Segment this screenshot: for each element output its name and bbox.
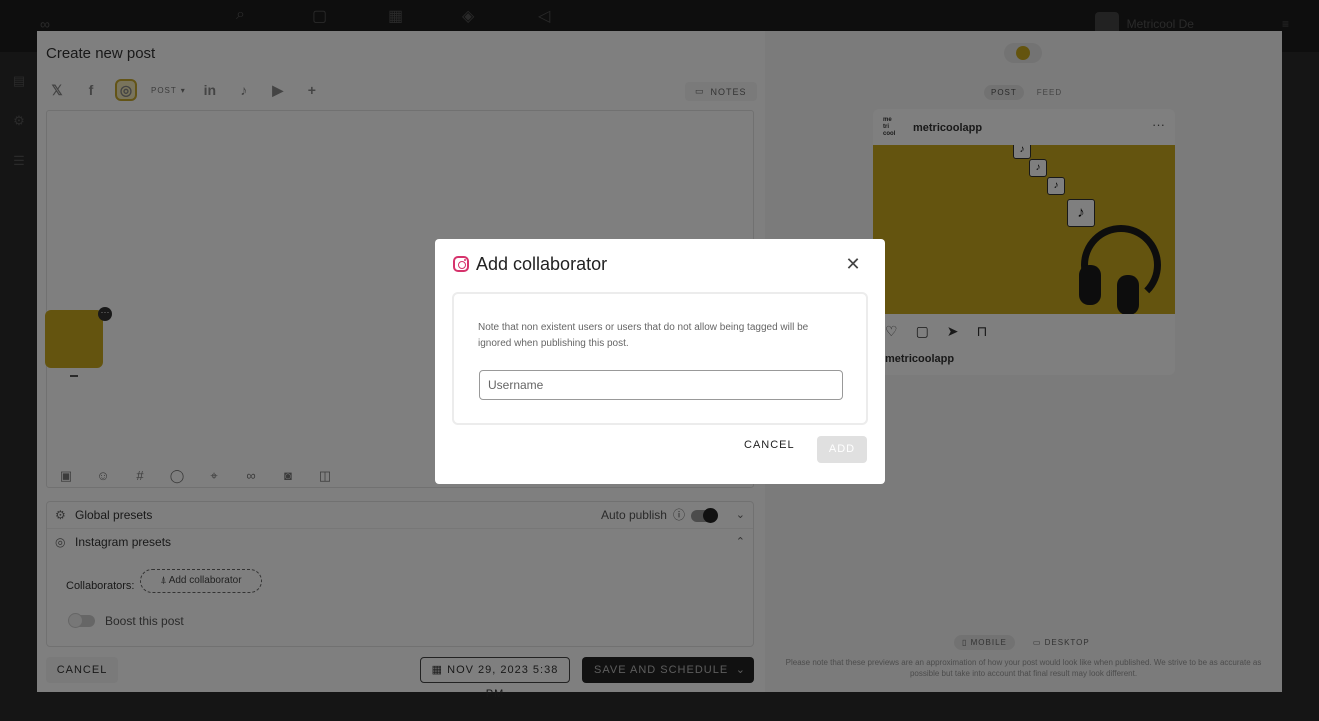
close-icon[interactable]: ✕ (843, 254, 863, 274)
dialog-title: Add collaborator (476, 254, 608, 274)
dialog-note: Note that non existent users or users th… (478, 322, 809, 349)
add-button[interactable]: ADD (817, 436, 867, 463)
add-collaborator-dialog: Add collaborator ✕ Note that non existen… (435, 239, 885, 484)
dialog-cancel-button[interactable]: CANCEL (744, 439, 795, 451)
username-input[interactable] (479, 370, 843, 400)
instagram-icon (453, 256, 469, 272)
dialog-body: Note that non existent users or users th… (452, 292, 868, 425)
